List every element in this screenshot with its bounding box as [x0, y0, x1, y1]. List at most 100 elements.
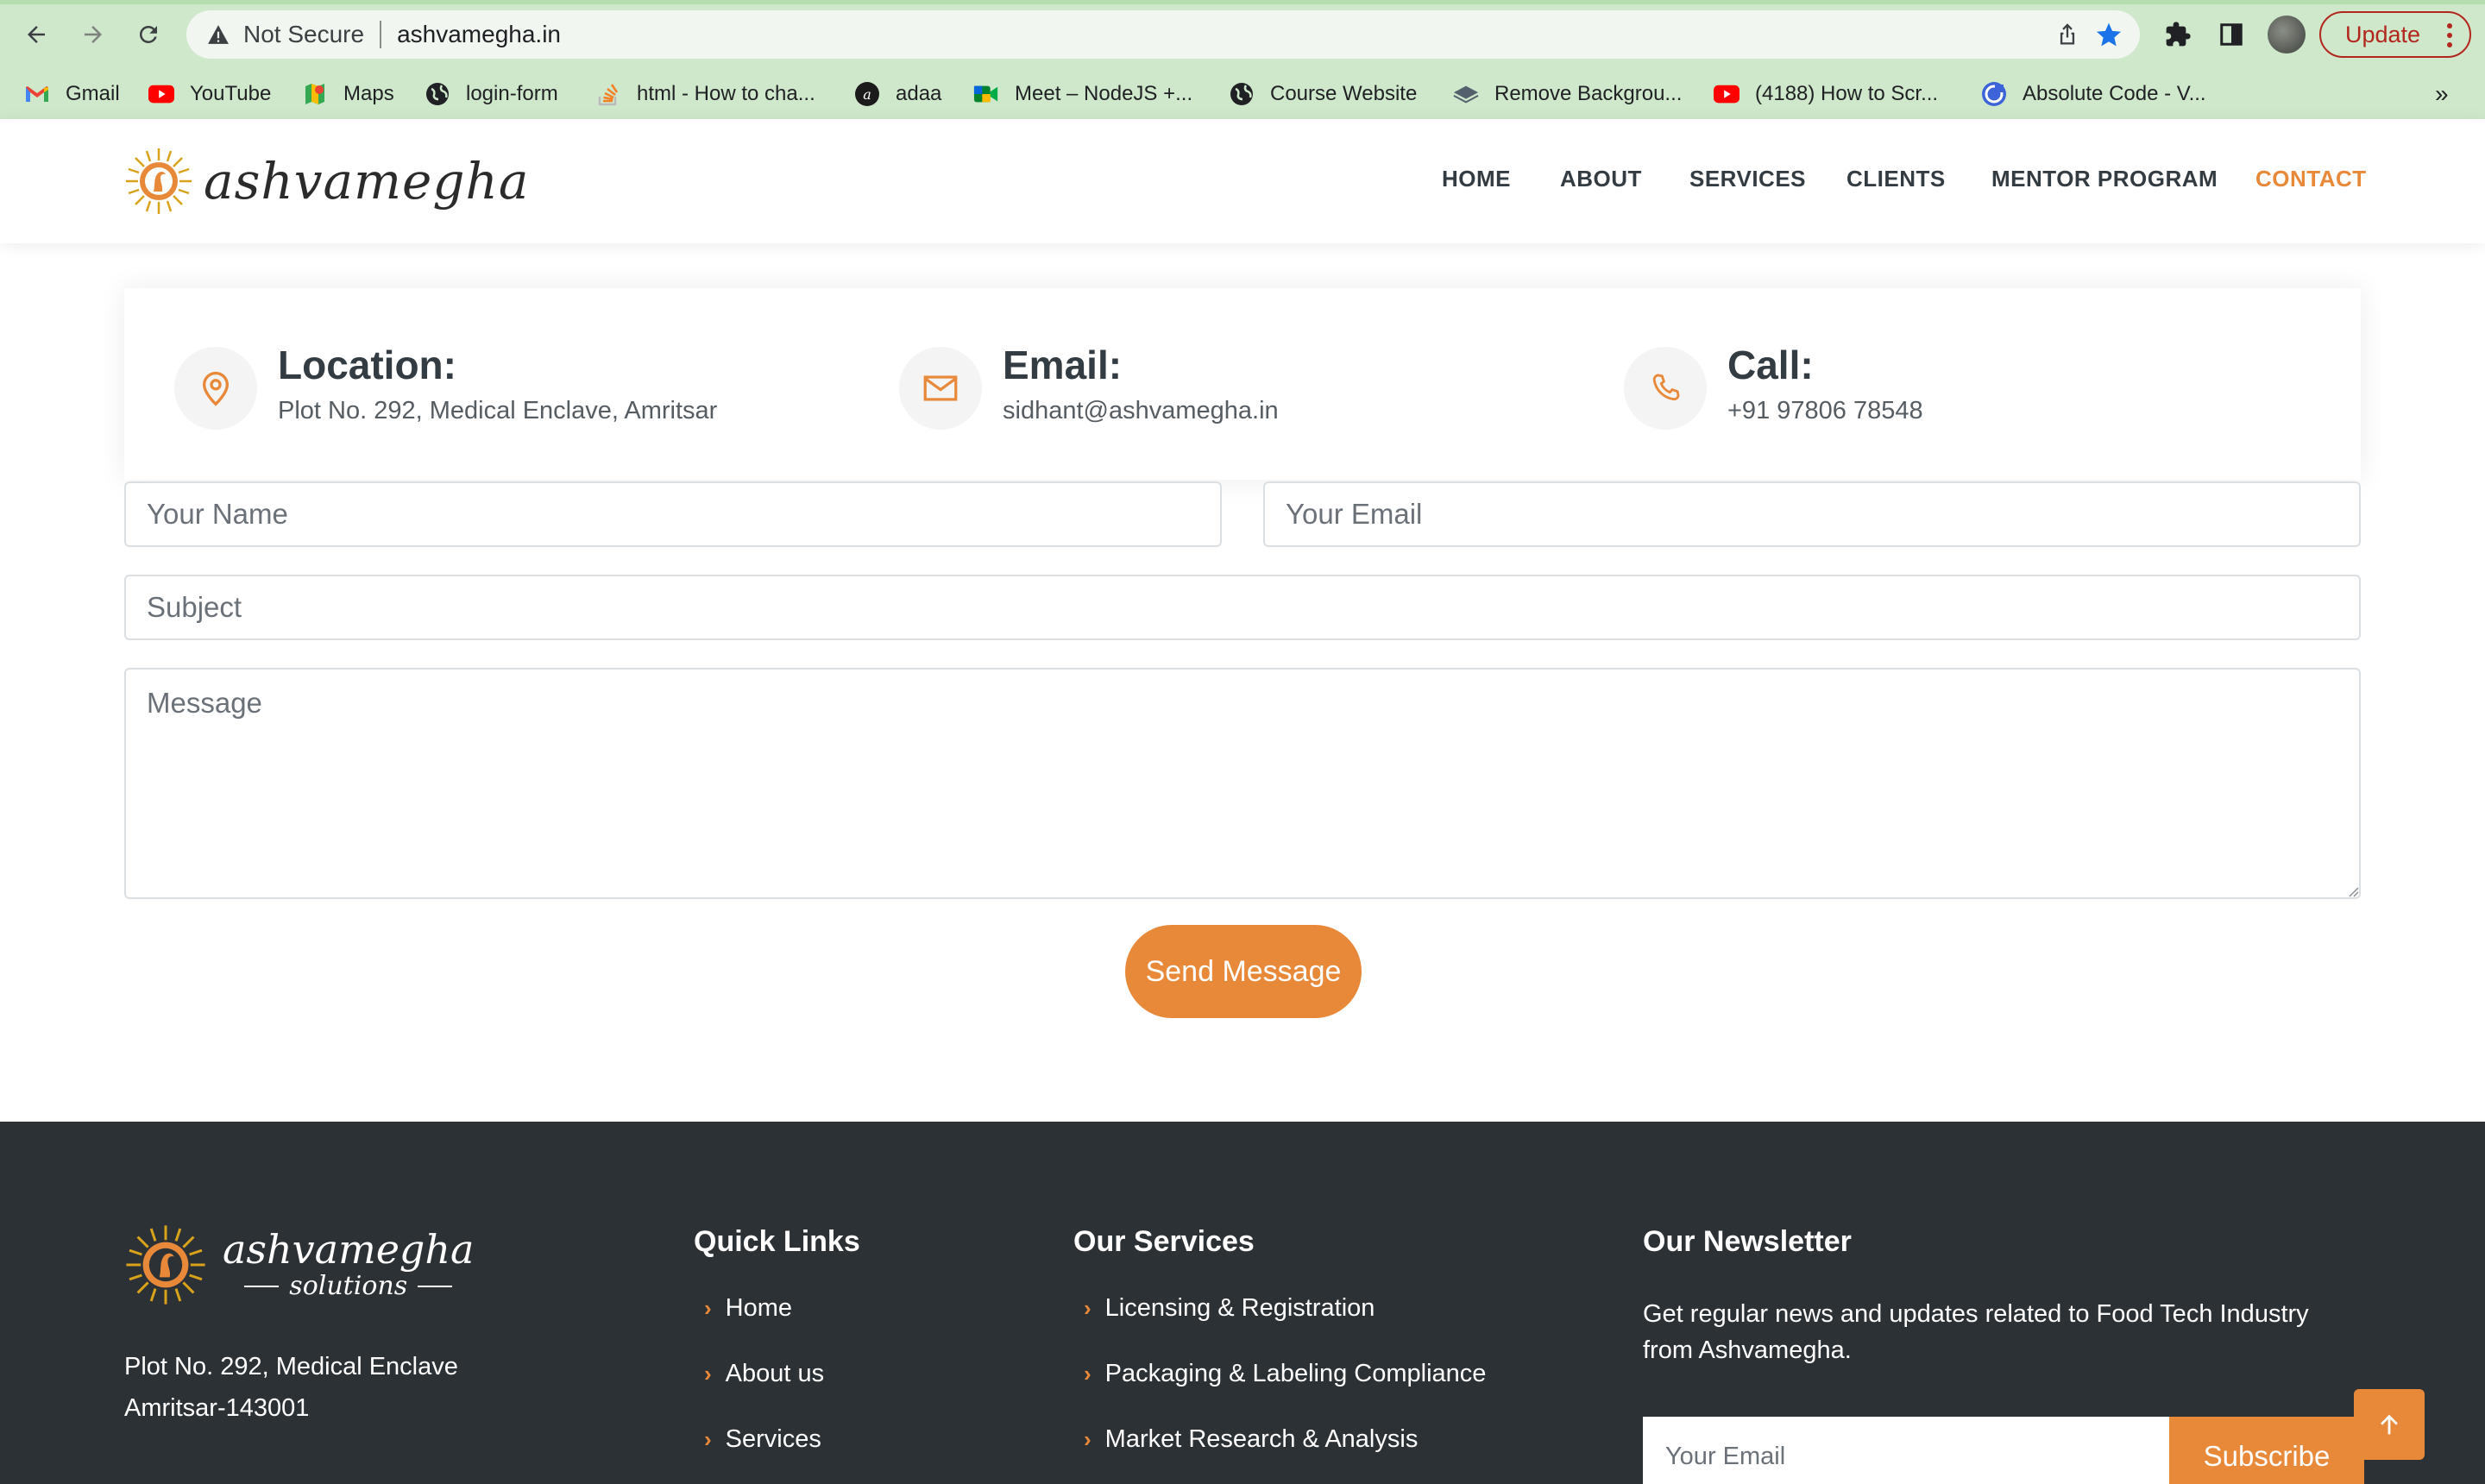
- nav-mentor-program[interactable]: MENTOR PROGRAM: [1991, 166, 2218, 192]
- footer-service-packaging[interactable]: › Packaging & Labeling Compliance: [1084, 1360, 1486, 1388]
- chevron-right-icon: ›: [704, 1295, 712, 1321]
- bookmark-remove-background[interactable]: Remove Backgrou...: [1453, 69, 1682, 119]
- bookmark-label: adaa: [896, 82, 942, 105]
- footer-link-label: Home: [725, 1294, 793, 1322]
- footer-logo-line2-wrap: solutions: [234, 1271, 462, 1302]
- bookmark-meet[interactable]: Meet – NodeJS +...: [973, 69, 1192, 119]
- bookmark-label: Maps: [343, 82, 394, 105]
- nav-clients[interactable]: CLIENTS: [1846, 166, 1946, 192]
- email-icon-circle: [899, 347, 982, 430]
- side-panel-button[interactable]: [2212, 16, 2250, 53]
- globe-icon: [425, 81, 450, 107]
- bookmark-label: (4188) How to Scr...: [1755, 82, 1939, 105]
- bookmark-label: Meet – NodeJS +...: [1015, 82, 1193, 105]
- quick-links-title: Quick Links: [694, 1225, 860, 1258]
- back-button[interactable]: [17, 16, 55, 53]
- nav-about[interactable]: ABOUT: [1560, 166, 1642, 192]
- bookmark-gmail[interactable]: Gmail: [24, 69, 120, 119]
- side-panel-icon: [2220, 23, 2243, 46]
- star-icon: [2097, 22, 2121, 47]
- bookmark-absolute-code[interactable]: Absolute Code - V...: [1981, 69, 2206, 119]
- subscribe-button[interactable]: Subscribe: [2169, 1417, 2364, 1484]
- site-logo[interactable]: ashvamegha: [124, 145, 529, 217]
- footer-link-label: Packaging & Labeling Compliance: [1104, 1360, 1487, 1387]
- name-input[interactable]: [124, 481, 1222, 547]
- browser-toolbar: Not Secure ashvamegha.in Update: [0, 0, 2485, 69]
- adaa-icon: a: [854, 81, 880, 107]
- bookmark-course-website[interactable]: Course Website: [1229, 69, 1417, 119]
- reload-button[interactable]: [129, 16, 167, 53]
- location-value: Plot No. 292, Medical Enclave, Amritsar: [278, 397, 718, 424]
- bookmark-youtube-4188[interactable]: (4188) How to Scr...: [1714, 69, 1938, 119]
- address-bar[interactable]: Not Secure ashvamegha.in: [186, 10, 2140, 59]
- footer-link-home[interactable]: › Home: [704, 1294, 792, 1323]
- map-pin-icon: [202, 371, 230, 406]
- update-button[interactable]: Update: [2319, 11, 2471, 58]
- nav-home[interactable]: HOME: [1442, 166, 1511, 192]
- location-title: Location:: [278, 343, 456, 387]
- footer-wordmark: ashvamegha solutions: [223, 1228, 474, 1302]
- footer-link-label: Market Research & Analysis: [1104, 1425, 1419, 1453]
- bookmark-youtube[interactable]: YouTube: [148, 69, 271, 119]
- absolute-code-icon: [1981, 81, 2007, 107]
- footer-link-label: Licensing & Registration: [1104, 1294, 1375, 1322]
- email-value[interactable]: sidhant@ashvamegha.in: [1003, 397, 1279, 425]
- message-textarea[interactable]: [124, 668, 2361, 899]
- meet-icon: [973, 81, 999, 107]
- nav-services[interactable]: SERVICES: [1689, 166, 1806, 192]
- phone-icon: [1652, 374, 1680, 401]
- bookmark-label: Course Website: [1270, 82, 1418, 105]
- footer-service-market-research[interactable]: › Market Research & Analysis: [1084, 1425, 1418, 1454]
- footer-link-services[interactable]: › Services: [704, 1425, 821, 1454]
- newsletter-email-input[interactable]: [1643, 1417, 2169, 1484]
- bookmark-stackoverflow[interactable]: html - How to cha...: [595, 69, 815, 119]
- share-icon: [2060, 23, 2075, 45]
- contact-info-card: Location: Plot No. 292, Medical Enclave,…: [124, 288, 2361, 480]
- not-secure-label[interactable]: Not Secure: [243, 21, 364, 48]
- chevron-right-icon: ›: [1084, 1295, 1092, 1321]
- location-icon-circle: [174, 347, 257, 430]
- bookmarks-overflow-button[interactable]: »: [2435, 69, 2449, 119]
- footer-logo[interactable]: ashvamegha solutions: [124, 1222, 474, 1308]
- bookmark-login-form[interactable]: login-form: [425, 69, 558, 119]
- share-button[interactable]: [2048, 10, 2086, 59]
- our-services-title: Our Services: [1073, 1225, 1255, 1258]
- footer-link-about[interactable]: › About us: [704, 1360, 824, 1388]
- call-info: Call: +91 97806 78548: [1624, 338, 2228, 433]
- url-text[interactable]: ashvamegha.in: [397, 21, 561, 48]
- removebg-icon: [1453, 81, 1479, 107]
- email-input[interactable]: [1263, 481, 2361, 547]
- back-to-top-button[interactable]: [2354, 1389, 2425, 1460]
- bookmark-maps[interactable]: Maps: [302, 69, 394, 119]
- email-info: Email: sidhant@ashvamegha.in: [899, 338, 1503, 433]
- footer-address-line2: Amritsar-143001: [124, 1394, 310, 1422]
- send-message-button[interactable]: Send Message: [1125, 925, 1362, 1018]
- location-info: Location: Plot No. 292, Medical Enclave,…: [174, 338, 778, 433]
- envelope-icon: [923, 375, 958, 401]
- profile-avatar[interactable]: [2268, 16, 2306, 53]
- footer-service-licensing[interactable]: › Licensing & Registration: [1084, 1294, 1375, 1323]
- call-value[interactable]: +91 97806 78548: [1727, 397, 1923, 425]
- bookmark-adaa[interactable]: a adaa: [854, 69, 941, 119]
- chevron-right-icon: ›: [1084, 1426, 1092, 1452]
- bookmark-star-button[interactable]: [2090, 10, 2128, 59]
- forward-button[interactable]: [74, 16, 112, 53]
- more-vert-icon: [2447, 23, 2452, 47]
- bookmark-label: Absolute Code - V...: [2023, 82, 2206, 105]
- extensions-button[interactable]: [2159, 16, 2197, 53]
- update-label: Update: [2345, 21, 2421, 47]
- email-title: Email:: [1003, 343, 1123, 387]
- arrow-up-icon: [2381, 1414, 2398, 1435]
- footer-logo-line2: solutions: [289, 1271, 408, 1301]
- site-header: ashvamegha HOME ABOUT SERVICES CLIENTS M…: [0, 119, 2485, 243]
- nav-contact[interactable]: CONTACT: [2255, 166, 2367, 192]
- subject-input[interactable]: [124, 575, 2361, 640]
- footer-link-label: Services: [725, 1425, 821, 1453]
- bookmark-label: YouTube: [190, 82, 272, 105]
- omnibox-divider: [380, 21, 382, 48]
- youtube-icon: [148, 81, 174, 107]
- bookmarks-bar: Gmail YouTube Maps login-form html - How…: [0, 69, 2485, 119]
- resize-grip-icon[interactable]: [2345, 883, 2359, 897]
- globe-icon: [1229, 81, 1255, 107]
- bookmark-label: login-form: [466, 82, 558, 105]
